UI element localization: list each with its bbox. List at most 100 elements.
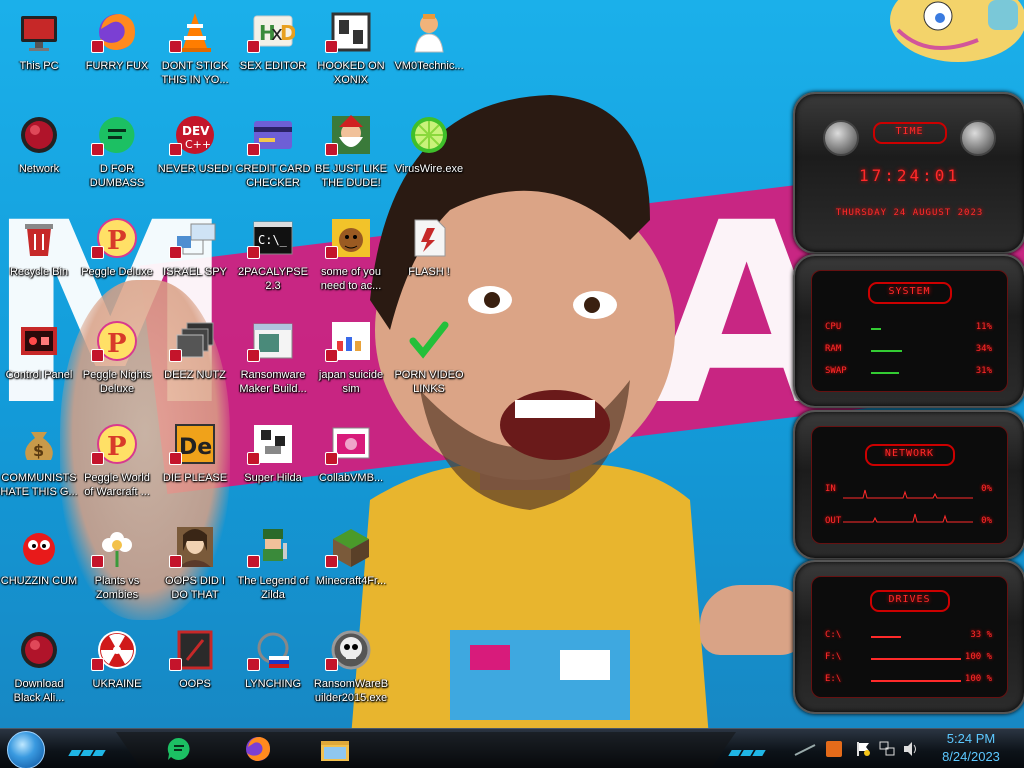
shortcut-badge-icon [247,452,260,465]
start-button[interactable] [7,731,45,768]
desktop-icon-label: Download Black Ali... [13,678,65,704]
desktop-icon-download-black-ali[interactable]: Download Black Ali... [0,622,78,718]
desktop-icon-credit-card-checker[interactable]: CREDIT CARD CHECKER [234,107,312,203]
desktop-icon-label: The Legend of Zilda [237,575,309,601]
desktop-icon-2pacalypse[interactable]: C:\_ 2PACALYPSE 2.3 [234,210,312,306]
desktop-icon-japan-suicide[interactable]: japan suicide sim [312,313,390,409]
desktop-icon-plants-vs-zombies[interactable]: Plants vs Zombies [78,519,156,615]
gadget-row-label: C:\ [825,630,842,640]
gadget-row-value: 100 % [964,674,992,684]
desktop-icon-label: 2PACALYPSE 2.3 [238,266,308,292]
gadget-row-label: E:\ [825,674,842,684]
desktop-icon-some-of-you[interactable]: some of you need to ac... [312,210,390,306]
desktop-icon-label: Recycle Bin [9,266,69,278]
desktop-icon-label: Super Hilda [244,472,302,484]
taskbar-firefox-app[interactable] [241,732,275,766]
network-icon[interactable] [879,741,895,757]
desktop-icon-furry-fux[interactable]: FURRY FUX [78,4,156,100]
desktop-icon-hooked-on-xonix[interactable]: HOOKED ON XONIX [312,4,390,100]
desktop-icon-super-hilda[interactable]: Super Hilda [234,416,312,512]
desktop-icon-communists[interactable]: $ COMMUNISTS HATE THIS G... [0,416,78,512]
alien-head-icon [960,120,996,156]
shortcut-badge-icon [91,349,104,362]
desktop-icon-legend-of-zilda[interactable]: The Legend of Zilda [234,519,312,615]
gadget-row: C:\ 33 % [825,630,992,644]
desktop-icon-label: OOPS DID I DO THAT [165,575,225,601]
gadget-row: E:\ 100 % [825,674,992,688]
svg-text:D: D [280,21,295,45]
desktop-icon-flash[interactable]: FLASH ! [390,210,468,306]
svg-text:De: De [179,435,212,460]
shortcut-badge-icon [91,246,104,259]
action-center-flag-icon[interactable] [855,741,871,757]
shortcut-badge-icon [91,555,104,568]
network-gadget[interactable]: NETWORK IN 0% OUT 0% [793,410,1024,560]
desktop-icon-minecraft[interactable]: Minecraft4Fr... [312,519,390,615]
desktop-icon-label: HOOKED ON XONIX [317,60,385,86]
desktop-icon-recycle-bin[interactable]: Recycle Bin [0,210,78,306]
desktop-icon-network[interactable]: Network [0,107,78,203]
drives-gadget[interactable]: DRIVES C:\ 33 % F:\ 100 % E:\ 100 % [793,560,1024,714]
desktop-icon-label: Peggle Nights Deluxe [82,369,152,395]
desktop-icon-collabvm[interactable]: CollabVMB... [312,416,390,512]
desktop-icon-label: COMMUNISTS HATE THIS G... [0,472,78,498]
desktop-icon-peggle-deluxe[interactable]: P Peggle Deluxe [78,210,156,306]
lime-icon [405,111,453,159]
computer-monitor-icon [15,8,63,56]
svg-text:C++: C++ [185,138,211,151]
desktop-icon-peggle-nights[interactable]: P Peggle Nights Deluxe [78,313,156,409]
desktop-icon-vm0technic[interactable]: VM0Technic... [390,4,468,100]
desktop-icon-label: CollabVMB... [318,472,384,484]
desktop-icon-label: NEVER USED! [157,163,233,175]
desktop-icon-ukraine[interactable]: UKRAINE [78,622,156,718]
green-check-icon [405,317,453,365]
gadget-row: IN 0% [825,484,992,498]
desktop-icon-sex-editor[interactable]: Hx D SEX EDITOR [234,4,312,100]
desktop-icon-lynching[interactable]: LYNCHING [234,622,312,718]
system-gadget-title: SYSTEM [888,286,931,297]
desktop-icon-label: japan suicide sim [318,369,384,395]
volume-icon[interactable] [903,741,919,757]
shortcut-badge-icon [91,143,104,156]
gadget-row-value: 33 % [970,630,992,640]
desktop-icon-label: BE JUST LIKE THE DUDE! [315,163,387,189]
shortcut-badge-icon [247,40,260,53]
show-hidden-icons-icon[interactable] [793,741,817,757]
system-gadget[interactable]: SYSTEM CPU 11% RAM 34% SWAP 31% [793,254,1024,408]
desktop-icon-ransomware-maker[interactable]: Ransomware Maker Build... [234,313,312,409]
control-panel-icon [15,317,63,365]
desktop-icon-die-please[interactable]: De DIE PLEASE [156,416,234,512]
desktop-icon-label: Ransomware Maker Build... [239,369,307,395]
desktop-icon-porn-video-links[interactable]: PORN VIDEO LINKS [390,313,468,409]
gadget-row-level-bar [871,372,899,374]
desktop-icon-label: PORN VIDEO LINKS [394,369,464,395]
folder-icon [321,741,349,761]
taskbar-chat-app[interactable] [162,732,196,766]
taskbar-explorer-app[interactable] [318,732,352,766]
desktop-icon-viruswire[interactable]: VirusWire.exe [390,107,468,203]
shortcut-badge-icon [169,452,182,465]
gadget-row-label: CPU [825,322,842,332]
doctor-person-icon [405,8,453,56]
desktop-icon-israel-spy[interactable]: ISRAEL SPY [156,210,234,306]
time-gadget[interactable]: TIME 17:24:01 THURSDAY 24 AUGUST 2023 [793,92,1024,254]
tray-app-icon[interactable] [826,741,842,757]
desktop-icon-peggle-world[interactable]: P Peggle World of Warcraft ... [78,416,156,512]
desktop-icon-deez-nutz[interactable]: DEEZ NUTZ [156,313,234,409]
desktop-icon-chuzzin-cum[interactable]: CHUZZIN CUM [0,519,78,615]
desktop-icon-control-panel[interactable]: Control Panel [0,313,78,409]
desktop-icon-d-for-dumbass[interactable]: D FOR DUMBASS [78,107,156,203]
desktop-icon-oops[interactable]: OOPS [156,622,234,718]
gadget-row-label: IN [825,484,836,494]
desktop-icon-ransomware-builder[interactable]: RansomWareBuilder2015.exe [312,622,390,718]
taskbar-clock[interactable]: 5:24 PM 8/24/2023 [930,730,1012,766]
desktop-icon-oops-did-i[interactable]: OOPS DID I DO THAT [156,519,234,615]
shortcut-badge-icon [169,555,182,568]
gadget-row-level-bar [871,328,881,330]
desktop-icon-dont-stick[interactable]: DONT STICK THIS IN YO... [156,4,234,100]
recycle-bin-icon [15,214,63,262]
desktop-icon-be-just-like[interactable]: BE JUST LIKE THE DUDE! [312,107,390,203]
desktop-icon-never-used[interactable]: DEV C++ NEVER USED! [156,107,234,203]
desktop-icon-this-pc[interactable]: This PC [0,4,78,100]
shortcut-badge-icon [247,658,260,671]
